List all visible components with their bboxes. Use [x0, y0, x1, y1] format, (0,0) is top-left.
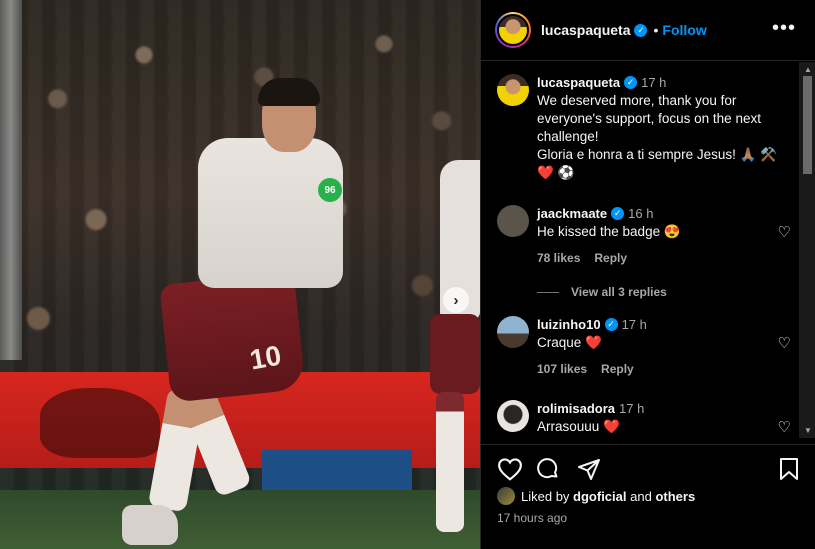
commenter-avatar[interactable]	[497, 400, 529, 432]
carousel-next-button[interactable]: ›	[443, 287, 469, 313]
bookmark-icon[interactable]	[778, 457, 800, 486]
share-icon[interactable]	[577, 457, 601, 486]
caption-line: challenge!	[537, 129, 599, 144]
verified-icon: ✓	[611, 207, 625, 221]
comment-time: 16 h	[628, 206, 654, 221]
follow-button[interactable]: Follow	[662, 22, 706, 38]
comment-likes[interactable]: 78 likes	[537, 251, 580, 265]
caption-line: We deserved more, thank you for	[537, 93, 737, 108]
comment-text: Arrasouuu ❤️	[537, 419, 620, 434]
caption-avatar[interactable]	[497, 74, 529, 106]
caption-username[interactable]: lucaspaqueta	[537, 75, 620, 90]
comments-scrollbar[interactable]: ▲ ▼	[799, 62, 815, 438]
shorts-number: 10	[247, 339, 284, 376]
scroll-up-arrow-icon[interactable]: ▲	[804, 65, 812, 74]
reply-button[interactable]: Reply	[601, 362, 634, 376]
player-hair	[258, 78, 320, 106]
player-boot	[122, 505, 178, 545]
player-shirt	[198, 138, 343, 288]
likes-summary: Liked by dgoficial and others	[497, 487, 695, 505]
second-player	[424, 160, 480, 540]
comment-likes[interactable]: 107 likes	[537, 362, 587, 376]
goal-post	[0, 0, 22, 360]
post-header: lucaspaqueta ✓ • Follow •••	[481, 0, 815, 61]
likes-others-link[interactable]: others	[655, 489, 695, 504]
view-replies-label: View all 3 replies	[571, 285, 667, 299]
comment-meta: 107 likes Reply	[537, 362, 648, 376]
more-options-icon[interactable]: •••	[772, 18, 796, 38]
heart-icon[interactable]	[497, 457, 523, 486]
post-timestamp[interactable]: 17 hours ago	[497, 511, 567, 525]
post-sidebar: lucaspaqueta ✓ • Follow ••• lucaspaqueta…	[480, 0, 815, 549]
scroll-down-arrow-icon[interactable]: ▼	[804, 426, 812, 435]
commenter-username[interactable]: luizinho10	[537, 317, 601, 332]
comment-like-icon[interactable]: ♡	[778, 418, 791, 436]
verified-icon: ✓	[634, 23, 648, 37]
sponsor-badge: 96	[318, 178, 342, 202]
comment-icon[interactable]	[536, 457, 560, 486]
likes-prefix: Liked by	[521, 488, 570, 504]
author-avatar[interactable]	[495, 12, 531, 48]
comment-meta: 78 likes Reply	[537, 251, 641, 265]
caption-line: Gloria e honra a ti sempre Jesus! 🙏🏽 ⚒️	[537, 147, 777, 162]
comment-like-icon[interactable]: ♡	[778, 223, 791, 241]
comment-text: He kissed the badge 😍	[537, 224, 681, 239]
commenter-avatar[interactable]	[497, 316, 529, 348]
caption-line: everyone's support, focus on the next	[537, 111, 761, 126]
liker-username[interactable]: dgoficial	[573, 489, 626, 504]
caption-time: 17 h	[641, 75, 667, 90]
comment-like-icon[interactable]: ♡	[778, 334, 791, 352]
comment-text: Craque ❤️	[537, 335, 602, 350]
comment-time: 17 h	[621, 317, 647, 332]
player-shorts	[159, 271, 306, 403]
view-replies-button[interactable]: View all 3 replies	[537, 285, 667, 299]
advertising-graphic	[40, 388, 160, 458]
scroll-thumb[interactable]	[803, 76, 812, 174]
comments-list: lucaspaqueta ✓ 17 h We deserved more, than…	[481, 62, 799, 438]
author-username[interactable]: lucaspaqueta	[541, 22, 630, 38]
commenter-username[interactable]: rolimisadora	[537, 401, 615, 416]
post-actions	[481, 444, 815, 488]
caption-line: ❤️ ⚽	[537, 165, 575, 180]
verified-icon: ✓	[604, 318, 618, 332]
commenter-avatar[interactable]	[497, 205, 529, 237]
advertising-board-blue	[262, 450, 412, 494]
replies-divider	[537, 291, 559, 293]
verified-icon: ✓	[624, 76, 638, 90]
commenter-username[interactable]: jaackmaate	[537, 206, 607, 221]
reply-button[interactable]: Reply	[594, 251, 627, 265]
likes-middle: and	[630, 488, 652, 504]
post-photo: 10 96 ›	[0, 0, 480, 549]
comment-time: 17 h	[619, 401, 645, 416]
pitch	[0, 490, 480, 549]
liker-avatar[interactable]	[497, 487, 515, 505]
separator-dot: •	[653, 22, 659, 38]
